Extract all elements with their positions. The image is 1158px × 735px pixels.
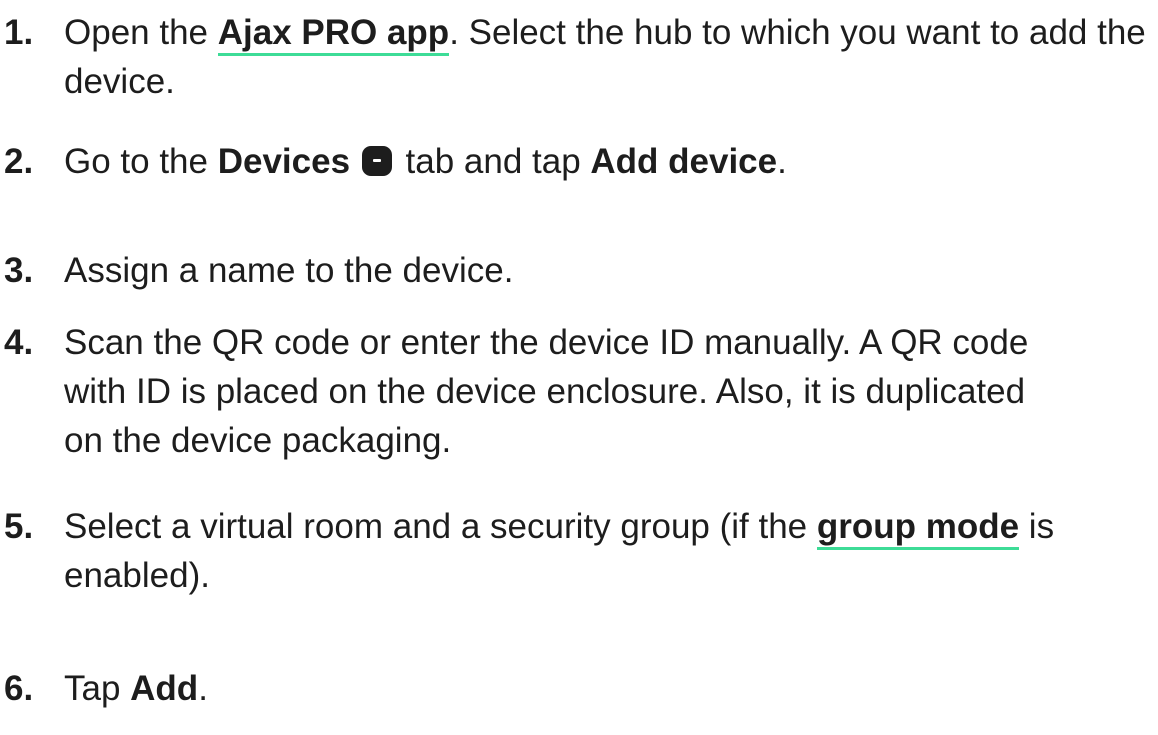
step-3: 3. Assign a name to the device.	[0, 246, 1150, 295]
devices-tab-icon	[361, 146, 392, 176]
step-number: 2.	[4, 142, 34, 181]
step-text: Select a virtual room and a security gro…	[64, 507, 1055, 595]
step-2: 2. Go to the Devices tab and tap Add dev…	[0, 137, 1150, 186]
add-device-label: Add device	[590, 142, 778, 181]
step-number: 6.	[4, 669, 34, 708]
step-text: Open the Ajax PRO app. Select the hub to…	[64, 13, 1146, 101]
step-6: 6. Tap Add.	[0, 664, 1150, 713]
step-4: 4. Scan the QR code or enter the device …	[0, 318, 1150, 465]
add-label: Add	[130, 669, 199, 708]
step-number: 5.	[4, 507, 34, 546]
ajax-pro-app-link[interactable]: Ajax PRO app	[217, 13, 450, 56]
step-1: 1. Open the Ajax PRO app. Select the hub…	[0, 8, 1150, 106]
group-mode-link[interactable]: group mode	[816, 507, 1020, 550]
step-5: 5. Select a virtual room and a security …	[0, 502, 1150, 600]
devices-label: Devices	[217, 142, 351, 181]
step-number: 3.	[4, 251, 34, 290]
step-number: 1.	[4, 13, 34, 52]
step-text: Go to the Devices tab and tap Add device…	[64, 142, 787, 181]
step-text: Assign a name to the device.	[64, 251, 514, 290]
step-text: Tap Add.	[64, 669, 208, 708]
step-number: 4.	[4, 323, 34, 362]
step-text: Scan the QR code or enter the device ID …	[64, 323, 1029, 460]
